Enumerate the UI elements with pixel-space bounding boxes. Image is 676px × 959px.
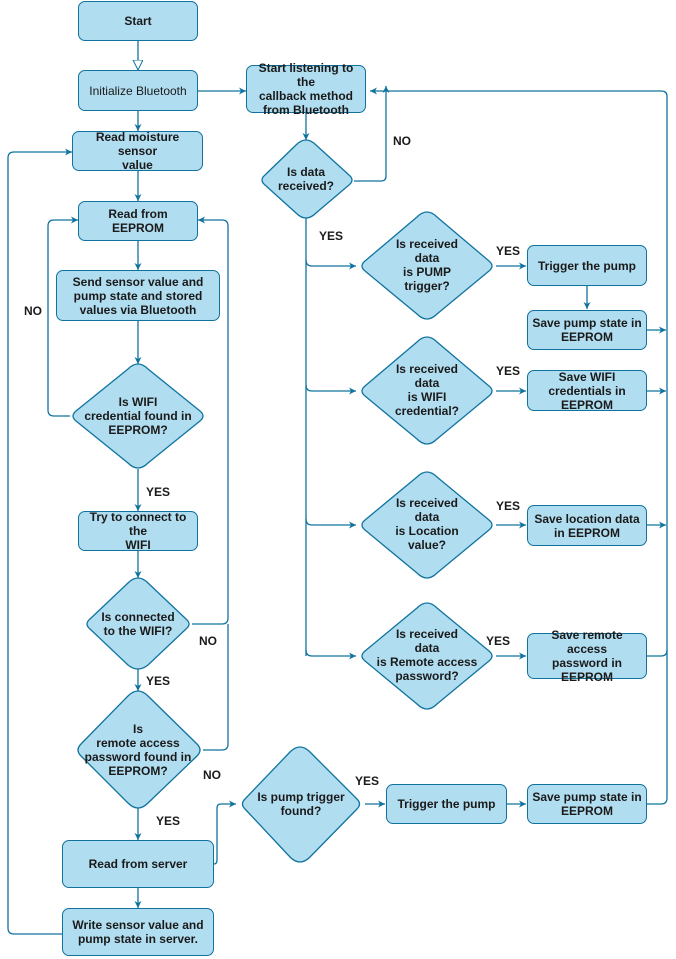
trigger-pump-node-2: Trigger the pump — [386, 784, 507, 824]
trigger-pump-node-1: Trigger the pump — [527, 245, 647, 286]
edge-read-server-pump-q — [213, 800, 236, 865]
wifi-cred-question: Is WIFI credential found in EEPROM? — [78, 392, 198, 440]
save-location-label: Save location data in EEPROM — [534, 511, 640, 540]
initialize-bluetooth-label: Initialize Bluetooth — [89, 83, 187, 98]
label-pump-trigger-yes: YES — [496, 244, 521, 258]
save-remote-label: Save remote access password in EEPROM — [551, 628, 623, 684]
read-moisture-label: Read moisture sensor value — [95, 130, 180, 172]
pump-found-question-text: Is pump trigger found? — [257, 790, 345, 818]
wifi-data-question: Is received data is WIFI credential? — [372, 361, 482, 419]
save-remote-node: Save remote access password in EEPROM — [527, 628, 647, 684]
pump-found-question: Is pump trigger found? — [245, 789, 357, 819]
save-wifi-node: Save WIFI credentials in EEPROM — [527, 369, 647, 412]
label-location-yes: YES — [496, 499, 521, 513]
connected-question-text: Is connected to the WIFI? — [101, 610, 175, 638]
send-values-node: Send sensor value and pump state and sto… — [56, 270, 220, 321]
read-server-node: Read from server — [62, 840, 214, 888]
edge-trunk-location-q — [305, 518, 356, 529]
read-eeprom-label: Read from EEPROM — [108, 207, 168, 235]
label-remote-pw-no: NO — [203, 768, 221, 782]
send-values-label: Send sensor value and pump state and sto… — [72, 274, 204, 317]
label-pump-found-yes: YES — [355, 774, 380, 788]
write-server-node: Write sensor value and pump state in ser… — [62, 908, 214, 956]
save-location-node: Save location data in EEPROM — [527, 505, 647, 546]
label-remote-pw-yes: YES — [156, 814, 181, 828]
label-connected-yes: YES — [146, 674, 171, 688]
read-eeprom-node: Read from EEPROM — [78, 201, 198, 241]
edge-trunk-remote-q — [305, 649, 356, 660]
start-listening-node: Start listening to the callback method f… — [246, 61, 366, 117]
pump-trigger-question: Is received data is PUMP trigger? — [372, 236, 482, 294]
try-connect-label: Try to connect to the WIFI — [89, 510, 187, 552]
label-wifi-data-yes: YES — [496, 364, 521, 378]
save-pump-state-label-2: Save pump state in EEPROM — [532, 790, 642, 818]
location-question: Is received data is Location value? — [372, 495, 482, 553]
wifi-data-question-text: Is received data is WIFI credential? — [394, 362, 460, 418]
data-received-question-text: Is data received? — [277, 165, 335, 193]
wifi-cred-question-text: Is WIFI credential found in EEPROM? — [84, 395, 192, 437]
write-server-label: Write sensor value and pump state in ser… — [72, 918, 204, 946]
initialize-bluetooth-node: Initialize Bluetooth — [78, 70, 198, 111]
edge-trunk-pump-q — [305, 259, 356, 270]
save-wifi-label: Save WIFI credentials in EEPROM — [548, 369, 626, 412]
label-data-yes: YES — [319, 229, 344, 243]
data-received-question: Is data received? — [266, 164, 346, 194]
label-connected-no: NO — [199, 634, 217, 648]
remote-pw-question: Is remote access password found in EEPRO… — [76, 722, 200, 778]
save-pump-state-node-1: Save pump state in EEPROM — [527, 310, 647, 350]
trigger-pump-label-1: Trigger the pump — [537, 258, 636, 273]
start-listening-label: Start listening to the callback method f… — [258, 61, 354, 117]
read-server-label: Read from server — [88, 857, 188, 871]
remote-data-question: Is received data is Remote access passwo… — [362, 626, 492, 684]
read-moisture-node: Read moisture sensor value — [72, 130, 203, 172]
label-wifi-cred-yes: YES — [146, 485, 171, 499]
connected-question: Is connected to the WIFI? — [88, 609, 188, 639]
label-remote-data-yes: YES — [486, 634, 511, 648]
start-node: Start — [78, 1, 198, 41]
remote-pw-question-text: Is remote access password found in EEPRO… — [84, 722, 192, 778]
save-pump-state-node-2: Save pump state in EEPROM — [527, 784, 647, 824]
edge-trunk-wifi-q — [305, 384, 356, 395]
location-question-text: Is received data is Location value? — [395, 496, 459, 552]
label-wifi-cred-no: NO — [24, 304, 42, 318]
trigger-pump-label-2: Trigger the pump — [397, 797, 496, 811]
remote-data-question-text: Is received data is Remote access passwo… — [376, 627, 478, 683]
try-connect-node: Try to connect to the WIFI — [78, 510, 198, 552]
start-label: Start — [124, 14, 152, 28]
edge-save-remote-return — [647, 649, 668, 657]
label-data-no: NO — [393, 134, 411, 148]
save-pump-state-label-1: Save pump state in EEPROM — [532, 316, 642, 344]
pump-trigger-question-text: Is received data is PUMP trigger? — [395, 237, 459, 293]
